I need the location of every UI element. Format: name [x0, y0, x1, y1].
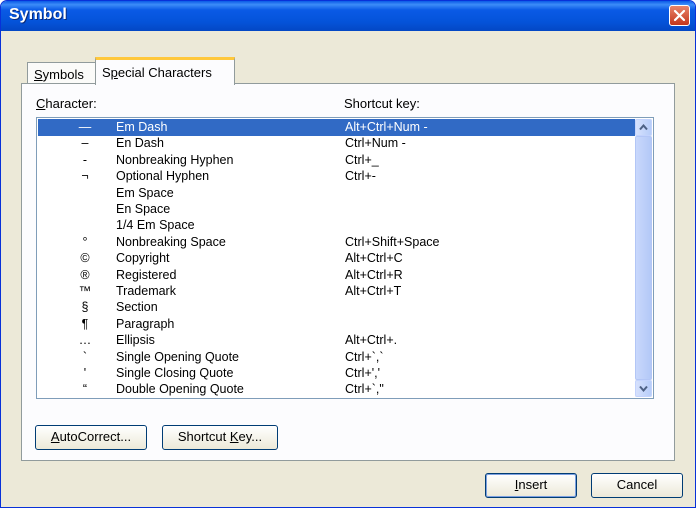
character-name: Single Opening Quote: [116, 349, 240, 364]
shortcut-key-mnemonic: K: [229, 429, 239, 444]
character-name: Optional Hyphen: [116, 169, 210, 184]
list-item[interactable]: © Copyright Alt+Ctrl+C: [38, 250, 651, 267]
list-item[interactable]: … Ellipsis Alt+Ctrl+.: [38, 332, 651, 349]
close-button[interactable]: [669, 5, 690, 26]
shortcut-key: Alt+Ctrl+R: [345, 267, 403, 282]
character-glyph: -: [82, 152, 88, 167]
character-name: Trademark: [116, 284, 176, 298]
character-glyph: `: [82, 349, 88, 364]
list-item[interactable]: ` Single Opening Quote Ctrl+`,`: [38, 349, 651, 366]
tab-special-mnemonic: p: [110, 65, 118, 80]
scroll-down-button[interactable]: [635, 380, 652, 397]
autocorrect-button[interactable]: AutoCorrect...: [35, 425, 147, 450]
scroll-up-button[interactable]: [635, 119, 652, 136]
cancel-button[interactable]: Cancel: [591, 473, 683, 498]
character-name: 1/4 Em Space: [116, 218, 195, 233]
list-item[interactable]: ™ Trademark Alt+Ctrl+T: [38, 283, 651, 300]
window-title: Symbol: [9, 6, 67, 23]
vertical-scrollbar[interactable]: [635, 119, 652, 397]
list-item[interactable]: ' Single Closing Quote Ctrl+',': [38, 365, 651, 382]
list-item[interactable]: ® Registered Alt+Ctrl+R: [38, 267, 651, 284]
shortcut-key: Alt+Ctrl+T: [345, 284, 402, 298]
shortcut-key: Alt+Ctrl+.: [345, 333, 398, 348]
tab-special-label: ecial Characters: [117, 65, 212, 80]
character-glyph: ™: [78, 284, 92, 298]
tab-symbols-mnemonic: S: [34, 67, 43, 82]
scrollbar-thumb[interactable]: [635, 136, 652, 380]
autocorrect-mnemonic: A: [50, 429, 60, 444]
list-item[interactable]: Em Space: [38, 185, 651, 202]
shortcut-key-button[interactable]: Shortcut Key...: [162, 425, 278, 450]
character-glyph: ©: [80, 251, 90, 266]
list-item[interactable]: - Nonbreaking Hyphen Ctrl+_: [38, 152, 651, 169]
character-glyph: ': [83, 366, 87, 380]
character-name: Em Space: [116, 185, 174, 200]
character-name: En Space: [116, 202, 171, 216]
list-item[interactable]: ¶ Paragraph: [38, 316, 651, 333]
shortcut-column-header: Shortcut key:: [344, 96, 420, 111]
title-bar[interactable]: Symbol: [1, 1, 695, 31]
character-glyph: §: [81, 300, 89, 315]
shortcut-key: Ctrl+-: [345, 169, 376, 184]
list-item[interactable]: 1/4 Em Space: [38, 217, 651, 234]
tab-symbols[interactable]: Symbols: [27, 62, 97, 84]
character-name: Registered: [116, 267, 177, 282]
character-name: Nonbreaking Space: [116, 234, 226, 249]
insert-label: nsert: [518, 477, 548, 492]
shortcut-key: Ctrl+`,`: [345, 349, 384, 364]
character-glyph: °: [82, 234, 88, 249]
shortcut-key: Ctrl+_: [345, 152, 379, 167]
character-name: Paragraph: [116, 316, 175, 331]
character-column-header: Character:: [36, 96, 97, 111]
shortcut-key-label: ey...: [238, 429, 263, 444]
list-item[interactable]: “ Double Opening Quote Ctrl+`,": [38, 381, 651, 398]
tab-special-characters[interactable]: Special Characters: [95, 57, 235, 85]
character-name: Section: [116, 300, 158, 315]
list-item[interactable]: — Em Dash Alt+Ctrl+Num -: [38, 119, 651, 136]
character-name: Single Closing Quote: [116, 366, 234, 380]
character-glyph: “: [82, 382, 88, 397]
insert-button[interactable]: Insert: [485, 473, 577, 498]
list-item[interactable]: – En Dash Ctrl+Num -: [38, 135, 651, 152]
character-glyph: –: [81, 136, 89, 151]
character-glyph: ¬: [81, 169, 89, 184]
shortcut-key: Ctrl+`,": [345, 382, 384, 397]
special-characters-list[interactable]: — Em Dash Alt+Ctrl+Num - – En Dash Ctrl+Num -…: [36, 117, 654, 399]
character-name: En Dash: [116, 136, 164, 151]
list-item[interactable]: ¬ Optional Hyphen Ctrl+-: [38, 168, 651, 185]
shortcut-key: Ctrl+Num -: [345, 136, 406, 151]
tab-symbols-label: ymbols: [42, 67, 84, 82]
character-name: Em Dash: [116, 120, 168, 134]
shortcut-key: Alt+Ctrl+C: [345, 251, 403, 266]
character-glyph: ¶: [81, 316, 89, 331]
list-item[interactable]: § Section: [38, 299, 651, 316]
character-glyph: ®: [80, 267, 90, 282]
shortcut-key-label-pre: Shortcut: [177, 429, 230, 444]
character-name: Nonbreaking Hyphen: [116, 152, 234, 167]
shortcut-key: Ctrl+',': [345, 366, 380, 380]
tab-special-label-pre: S: [102, 65, 111, 80]
character-name: Copyright: [116, 251, 170, 266]
character-glyph: …: [78, 333, 92, 348]
symbol-dialog: Symbol Symbols Special Characters Charac…: [0, 0, 696, 508]
character-glyph: —: [78, 120, 92, 134]
shortcut-key: Ctrl+Shift+Space: [345, 234, 440, 249]
autocorrect-label: utoCorrect...: [59, 429, 132, 444]
character-header-mnemonic: C: [36, 96, 46, 111]
character-name: Double Opening Quote: [116, 382, 244, 397]
character-name: Ellipsis: [116, 333, 155, 348]
list-item[interactable]: En Space: [38, 201, 651, 218]
shortcut-key: Alt+Ctrl+Num -: [345, 120, 428, 134]
list-item[interactable]: ° Nonbreaking Space Ctrl+Shift+Space: [38, 234, 651, 251]
special-characters-panel: Character: Shortcut key: — Em Dash Alt+Ctr…: [21, 83, 675, 461]
character-header-label: haracter:: [45, 96, 97, 111]
